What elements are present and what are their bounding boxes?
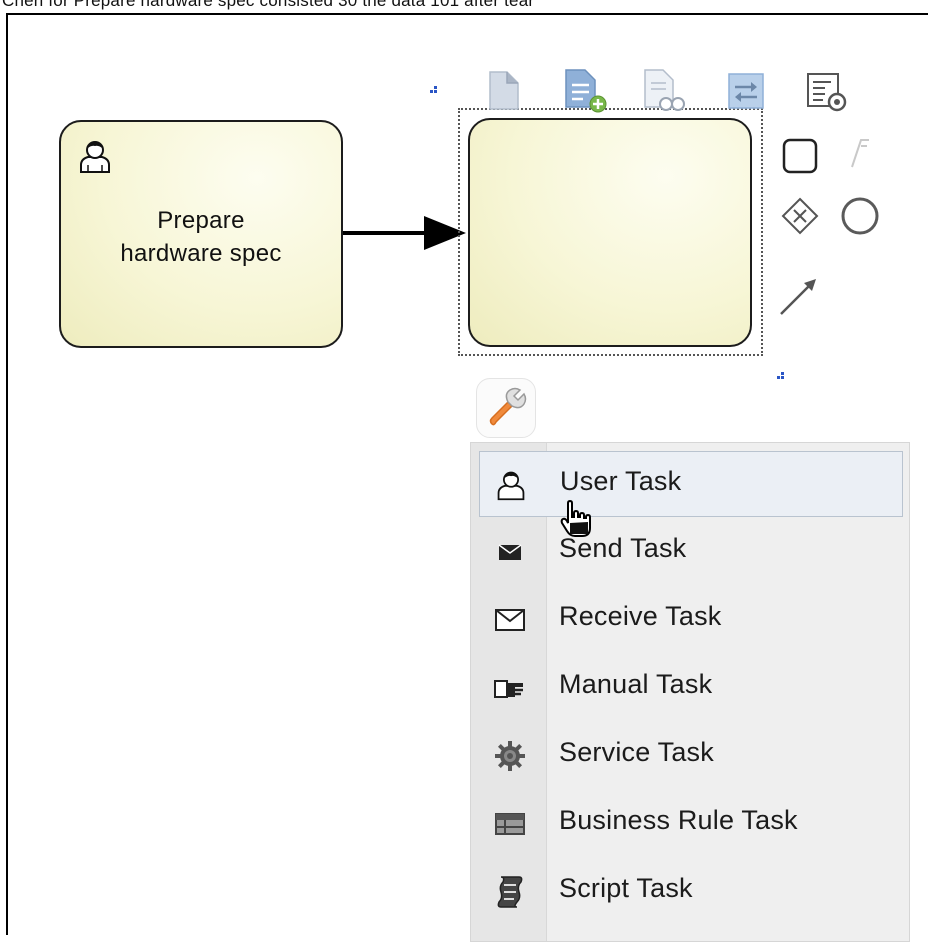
connector-icon[interactable] (776, 272, 820, 320)
selection-box (458, 108, 763, 356)
menu-item-label: Receive Task (559, 601, 722, 631)
menu-item-business-rule-task[interactable]: Business Rule Task (479, 791, 903, 857)
resize-handle-top-left[interactable] (430, 86, 438, 94)
menu-item-service-task[interactable]: Service Task (479, 723, 903, 789)
resize-handle-bottom-right[interactable] (777, 372, 785, 380)
morph-task-button[interactable] (476, 378, 536, 438)
user-icon (494, 468, 528, 502)
task-prepare-hardware-spec[interactable]: Prepare hardware spec (59, 120, 343, 348)
document-search-icon[interactable] (641, 66, 687, 114)
document-add-icon[interactable] (562, 66, 608, 114)
menu-item-label: Manual Task (559, 669, 713, 699)
menu-item-label: Business Rule Task (559, 805, 798, 835)
menu-item-send-task[interactable]: Send Task (479, 519, 903, 585)
send-envelope-icon (493, 535, 527, 569)
menu-item-label: Service Task (559, 737, 714, 767)
wrench-icon (484, 386, 528, 430)
task-type-menu: User Task Send Task Receive Task Manual … (470, 442, 910, 942)
gateway-icon[interactable] (780, 196, 820, 236)
menu-item-receive-task[interactable]: Receive Task (479, 587, 903, 653)
menu-item-manual-task[interactable]: Manual Task (479, 655, 903, 721)
document-attach-icon[interactable] (725, 70, 767, 112)
document-icon[interactable] (484, 68, 524, 112)
menu-item-script-task[interactable]: Script Task (479, 859, 903, 925)
menu-item-user-task[interactable]: User Task (479, 451, 903, 517)
gear-icon (493, 739, 527, 773)
event-icon[interactable] (838, 194, 882, 238)
list-settings-icon[interactable] (804, 70, 852, 114)
menu-item-label: User Task (560, 466, 682, 496)
task-label: Prepare hardware spec (120, 207, 282, 267)
script-scroll-icon (493, 875, 527, 909)
task-shape-icon[interactable] (780, 136, 820, 176)
receive-envelope-icon (493, 603, 527, 637)
rule-table-icon (493, 807, 527, 841)
mouse-pointer-icon (560, 499, 596, 542)
hand-icon (493, 671, 527, 705)
user-icon (77, 138, 113, 174)
menu-item-label: Script Task (559, 873, 693, 903)
annotation-icon[interactable] (842, 134, 882, 174)
